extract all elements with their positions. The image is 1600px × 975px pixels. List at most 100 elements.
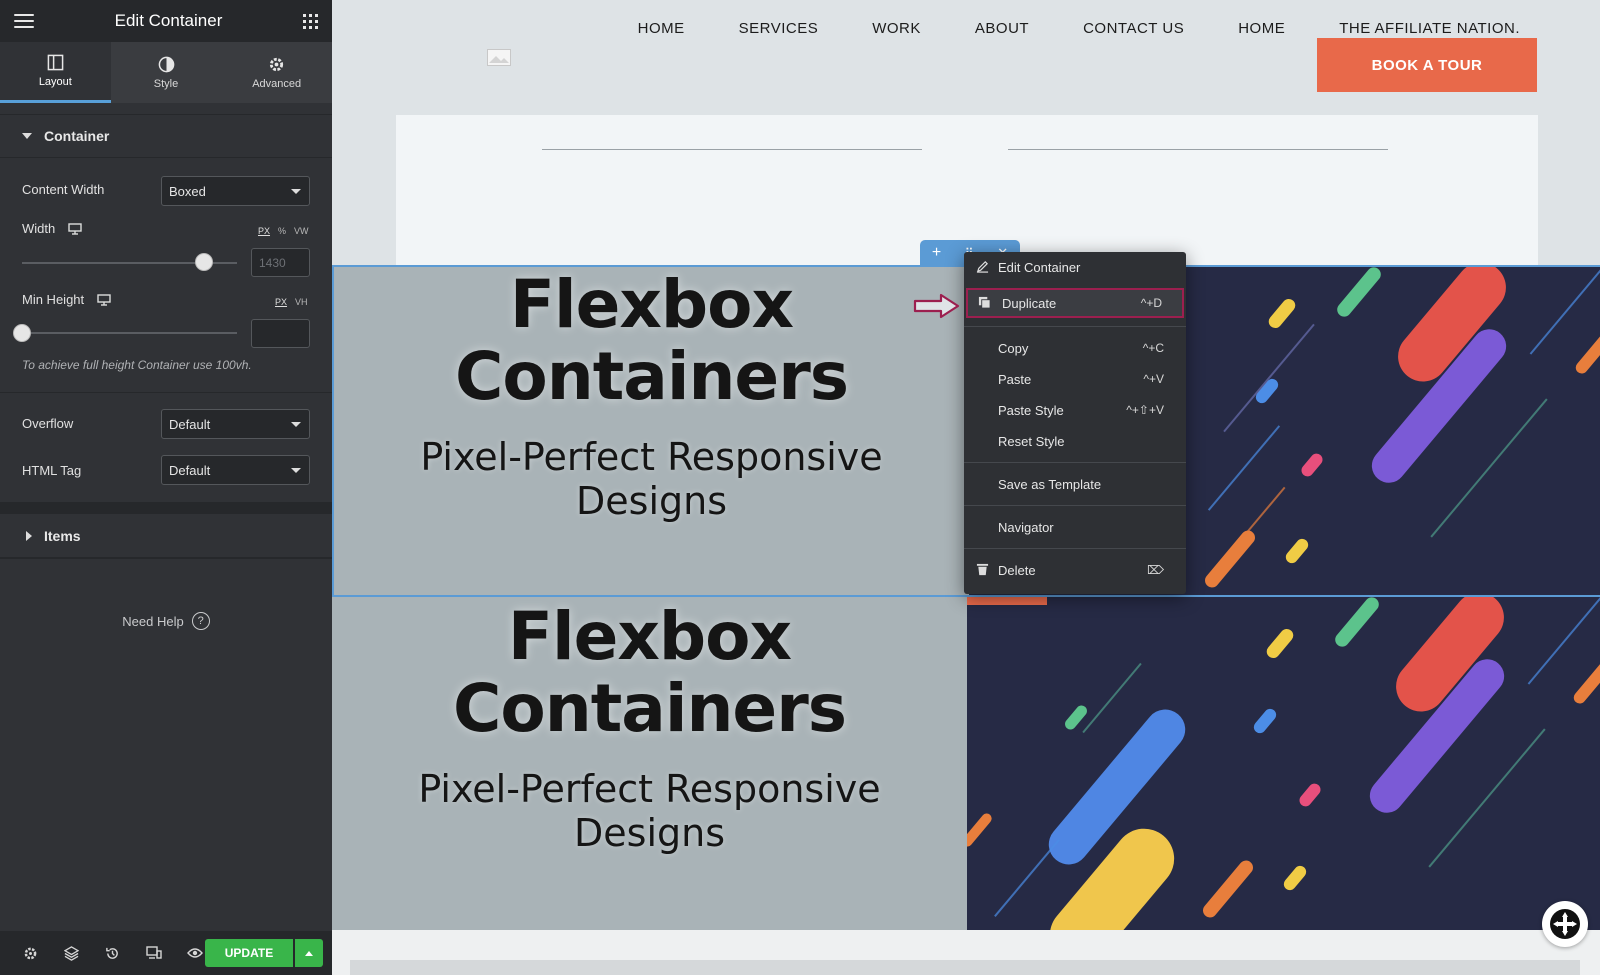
nav-item-contact[interactable]: CONTACT US	[1083, 20, 1184, 37]
editor-panel: Edit Container Layout Style Advanced Con…	[0, 0, 332, 975]
menu-item-shortcut: ^+D	[1140, 296, 1162, 310]
menu-item-duplicate[interactable]: Duplicate ^+D	[966, 288, 1184, 318]
pill-shape	[1264, 626, 1296, 661]
widgets-grid-icon[interactable]	[302, 13, 318, 29]
nav-item-home[interactable]: HOME	[638, 20, 685, 37]
flexbox-container[interactable]: Flexbox Containers Pixel-Perfect Respons…	[332, 597, 1600, 930]
history-icon[interactable]	[92, 946, 133, 961]
pill-shape	[1297, 781, 1323, 809]
unit-px[interactable]: PX	[275, 297, 287, 307]
heading-line-2: Containers	[452, 670, 847, 747]
menu-item-label: Copy	[998, 340, 1029, 356]
menu-item-shortcut: ^+C	[1142, 341, 1164, 355]
streak-line	[1207, 425, 1281, 511]
width-label-row: Width	[22, 221, 82, 236]
panel-footer: UPDATE	[0, 931, 332, 975]
width-slider-handle[interactable]	[195, 253, 213, 271]
width-input[interactable]: 1430	[251, 248, 310, 277]
pill-shape	[1573, 329, 1600, 377]
text-column: Flexbox Containers Pixel-Perfect Respons…	[334, 267, 969, 595]
book-tour-button[interactable]: BOOK A TOUR	[1317, 38, 1537, 92]
subheading-line-1: Pixel-Perfect Responsive	[420, 435, 883, 479]
tab-style[interactable]: Style	[111, 42, 222, 103]
layers-icon[interactable]	[51, 945, 92, 961]
nav-item-about[interactable]: ABOUT	[975, 20, 1029, 37]
add-icon[interactable]: +	[932, 244, 941, 262]
menu-item-label: Duplicate	[1002, 295, 1057, 311]
caret-right-icon	[26, 530, 32, 541]
need-help-label: Need Help	[122, 613, 184, 629]
pill-shape	[1200, 857, 1256, 921]
menu-item-reset-style[interactable]: Reset Style	[964, 426, 1186, 456]
menu-item-copy[interactable]: Copy ^+C	[964, 333, 1186, 363]
update-button[interactable]: UPDATE	[205, 939, 293, 967]
nav-item-work[interactable]: WORK	[872, 20, 921, 37]
pill-shape	[967, 811, 994, 849]
pencil-icon	[976, 261, 989, 273]
unit-percent[interactable]: %	[278, 226, 286, 236]
tab-advanced-label: Advanced	[252, 77, 302, 90]
responsive-mode-icon[interactable]	[133, 946, 174, 960]
abstract-image	[967, 597, 1600, 930]
pill-shape	[1283, 536, 1311, 566]
subheading-line-1: Pixel-Perfect Responsive	[418, 767, 881, 811]
pill-shape	[1266, 296, 1298, 331]
pill-shape	[1299, 451, 1325, 479]
menu-item-label: Delete	[998, 562, 1036, 578]
help-icon: ?	[191, 612, 210, 630]
contrast-icon	[158, 56, 174, 72]
menu-item-label: Save as Template	[998, 476, 1102, 492]
trash-icon	[976, 563, 989, 576]
desktop-icon[interactable]	[68, 222, 82, 235]
need-help-link[interactable]: Need Help ?	[0, 612, 332, 630]
divider-line	[542, 149, 922, 150]
min-height-slider-handle[interactable]	[13, 324, 31, 342]
section-items-title: Items	[44, 527, 81, 544]
html-tag-select[interactable]: Default	[161, 455, 310, 485]
hamburger-menu-icon[interactable]	[14, 14, 34, 28]
menu-item-save-template[interactable]: Save as Template	[964, 469, 1186, 499]
min-height-input[interactable]	[251, 319, 310, 348]
context-menu: Edit Container Duplicate ^+D Copy ^+C Pa…	[964, 252, 1186, 594]
tab-advanced[interactable]: Advanced	[221, 42, 332, 103]
html-tag-label: HTML Tag	[22, 463, 82, 478]
content-width-select[interactable]: Boxed	[161, 176, 310, 206]
unit-px[interactable]: PX	[258, 226, 270, 236]
streak-line	[1082, 662, 1142, 734]
overflow-select[interactable]: Default	[161, 409, 310, 439]
navigator-move-icon[interactable]	[1542, 901, 1588, 947]
nav-item-services[interactable]: SERVICES	[739, 20, 819, 37]
horizontal-scrollbar[interactable]	[350, 960, 1580, 975]
unit-vw[interactable]: VW	[294, 226, 309, 236]
subheading-line-2: Designs	[574, 811, 725, 855]
content-width-label: Content Width	[22, 182, 105, 197]
nav-item-home-2[interactable]: HOME	[1238, 20, 1285, 37]
caret-up-icon	[305, 950, 313, 956]
tab-layout-label: Layout	[38, 76, 72, 88]
desktop-icon[interactable]	[97, 293, 111, 306]
menu-item-navigator[interactable]: Navigator	[964, 512, 1186, 542]
pill-shape	[1202, 527, 1258, 591]
menu-separator	[964, 326, 1186, 327]
menu-item-paste-style[interactable]: Paste Style ^+⇧+V	[964, 395, 1186, 425]
menu-item-label: Edit Container	[998, 259, 1081, 275]
min-height-label: Min Height	[22, 292, 85, 307]
menu-item-paste[interactable]: Paste ^+V	[964, 364, 1186, 394]
update-options-button[interactable]	[295, 939, 323, 967]
settings-icon[interactable]	[10, 946, 51, 961]
accent-bar	[967, 597, 1047, 605]
menu-item-delete[interactable]: Delete ⌦	[964, 555, 1186, 585]
min-height-hint: To achieve full height Container use 100…	[22, 358, 252, 372]
nav-item-affiliate[interactable]: THE AFFILIATE NATION.	[1339, 20, 1520, 37]
menu-item-label: Paste	[998, 371, 1032, 387]
section-container-toggle[interactable]: Container	[0, 114, 332, 158]
gear-icon	[270, 57, 284, 71]
min-height-slider-track[interactable]	[22, 332, 237, 334]
subheading-line-2: Designs	[576, 479, 727, 523]
menu-item-edit-container[interactable]: Edit Container	[964, 252, 1186, 282]
tab-layout[interactable]: Layout	[0, 42, 111, 103]
menu-item-shortcut: ^+V	[1143, 372, 1164, 386]
unit-vh[interactable]: VH	[295, 297, 308, 307]
heading-line-2: Containers	[454, 338, 849, 415]
section-items-toggle[interactable]: Items	[0, 514, 332, 558]
